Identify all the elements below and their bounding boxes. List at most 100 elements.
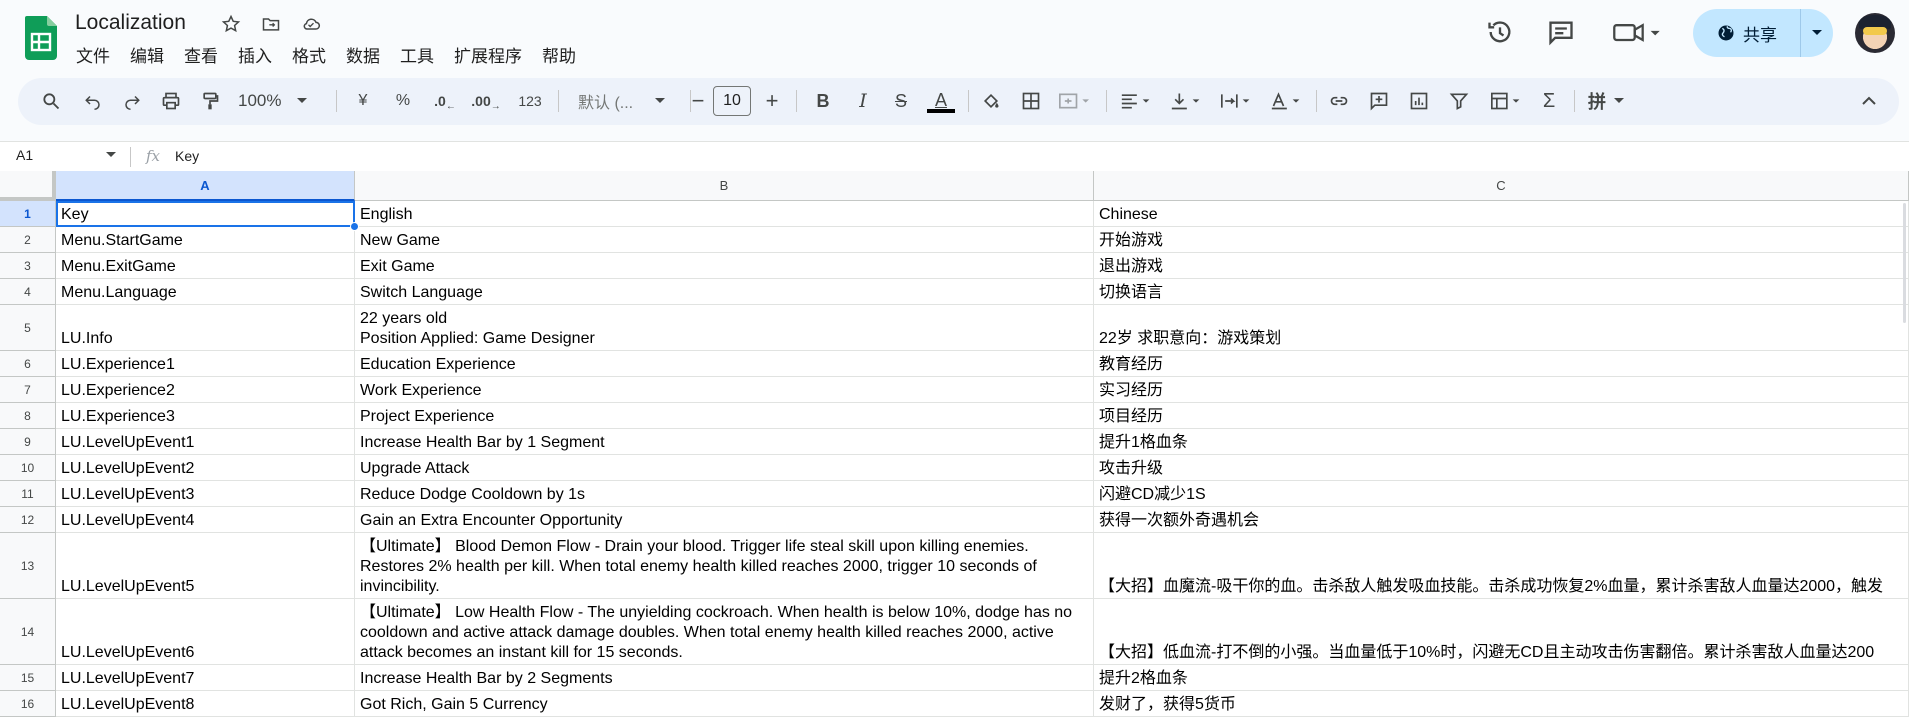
insert-chart-icon[interactable]	[1404, 86, 1434, 116]
menu-edit[interactable]: 编辑	[130, 42, 175, 67]
menu-view[interactable]: 查看	[184, 42, 229, 67]
cell-b[interactable]: Project Experience	[355, 403, 1094, 429]
filter-icon[interactable]	[1444, 86, 1474, 116]
insert-link-icon[interactable]	[1324, 86, 1354, 116]
sheets-logo-icon[interactable]	[25, 16, 57, 60]
zoom-select[interactable]: 100%	[238, 86, 318, 116]
cell-b[interactable]: Got Rich, Gain 5 Currency	[355, 691, 1094, 717]
merge-cells-icon[interactable]	[1054, 86, 1094, 116]
menu-tools[interactable]: 工具	[400, 42, 445, 67]
row-header[interactable]: 13	[0, 533, 56, 599]
row-header[interactable]: 2	[0, 227, 56, 253]
row-header[interactable]: 10	[0, 455, 56, 481]
redo-icon[interactable]	[117, 86, 147, 116]
paint-format-icon[interactable]	[195, 86, 225, 116]
fill-handle[interactable]	[350, 222, 359, 231]
cell-c[interactable]: 发财了，获得5货币	[1094, 691, 1909, 717]
spreadsheet-grid[interactable]: A B C 1 Key English Chinese 2 Menu.StartGame N…	[0, 171, 1909, 720]
bold-button[interactable]: B	[808, 86, 838, 116]
undo-icon[interactable]	[78, 86, 108, 116]
name-box-dropdown-icon[interactable]	[106, 152, 116, 158]
row-header[interactable]: 8	[0, 403, 56, 429]
menu-help[interactable]: 帮助	[542, 42, 587, 67]
print-icon[interactable]	[156, 86, 186, 116]
cell-b[interactable]: Increase Health Bar by 2 Segments	[355, 665, 1094, 691]
cell-c[interactable]: 提升2格血条	[1094, 665, 1909, 691]
text-color-button[interactable]: A	[926, 86, 956, 116]
vertical-align-icon[interactable]	[1164, 86, 1208, 116]
filter-views-icon[interactable]	[1484, 86, 1528, 116]
cell-b[interactable]: Switch Language	[355, 279, 1094, 305]
cell-b[interactable]: Upgrade Attack	[355, 455, 1094, 481]
cell-b[interactable]: English	[355, 201, 1094, 227]
row-header[interactable]: 9	[0, 429, 56, 455]
name-box[interactable]: A1	[16, 147, 33, 163]
row-header[interactable]: 5	[0, 305, 56, 351]
cell-b[interactable]: Reduce Dodge Cooldown by 1s	[355, 481, 1094, 507]
strikethrough-button[interactable]: S	[886, 86, 916, 116]
column-header-b[interactable]: B	[355, 171, 1094, 201]
collapse-toolbar-icon[interactable]	[1854, 86, 1884, 116]
row-header[interactable]: 16	[0, 691, 56, 717]
cell-c[interactable]: 【大招】低血流-打不倒的小强。当血量低于10%时，闪避无CD且主动攻击伤害翻倍。…	[1094, 599, 1909, 665]
insert-comment-icon[interactable]	[1364, 86, 1394, 116]
column-header-a[interactable]: A	[56, 171, 355, 201]
menu-extensions[interactable]: 扩展程序	[454, 42, 533, 67]
cell-a[interactable]: Menu.ExitGame	[56, 253, 355, 279]
menu-data[interactable]: 数据	[346, 42, 391, 67]
vertical-scrollbar[interactable]	[1903, 203, 1906, 323]
star-icon[interactable]	[218, 12, 244, 36]
row-header[interactable]: 15	[0, 665, 56, 691]
cloud-status-icon[interactable]	[298, 12, 324, 36]
cell-a[interactable]: LU.Experience1	[56, 351, 355, 377]
cell-a[interactable]: Menu.Language	[56, 279, 355, 305]
version-history-icon[interactable]	[1482, 17, 1518, 47]
share-button[interactable]: 共享	[1693, 9, 1833, 57]
menu-format[interactable]: 格式	[292, 42, 337, 67]
cell-b[interactable]: Work Experience	[355, 377, 1094, 403]
cell-a[interactable]: Menu.StartGame	[56, 227, 355, 253]
cell-b[interactable]: New Game	[355, 227, 1094, 253]
cell-c[interactable]: 22岁 求职意向：游戏策划	[1094, 305, 1909, 351]
row-header[interactable]: 1	[0, 201, 56, 227]
cell-c[interactable]: 切换语言	[1094, 279, 1909, 305]
cell-a[interactable]: LU.LevelUpEvent6	[56, 599, 355, 665]
share-dropdown-icon[interactable]	[1801, 9, 1833, 57]
cell-c[interactable]: 教育经历	[1094, 351, 1909, 377]
row-header[interactable]: 3	[0, 253, 56, 279]
row-header[interactable]: 6	[0, 351, 56, 377]
cell-b[interactable]: 【Ultimate】 Low Health Flow - The unyield…	[355, 599, 1094, 665]
borders-icon[interactable]	[1016, 86, 1046, 116]
comments-icon[interactable]	[1543, 17, 1579, 47]
currency-format-button[interactable]: ¥	[348, 86, 378, 116]
input-tools-button[interactable]: 拼	[1584, 86, 1628, 116]
cell-c[interactable]: 开始游戏	[1094, 227, 1909, 253]
decrease-decimal-button[interactable]: .0 ←	[428, 86, 462, 116]
cell-c[interactable]: 实习经历	[1094, 377, 1909, 403]
select-all-corner[interactable]	[0, 171, 56, 201]
cell-c[interactable]: 攻击升级	[1094, 455, 1909, 481]
cell-a[interactable]: LU.LevelUpEvent7	[56, 665, 355, 691]
italic-button[interactable]: I	[848, 86, 878, 116]
meet-video-icon[interactable]	[1612, 17, 1662, 47]
horizontal-align-icon[interactable]	[1114, 86, 1158, 116]
cell-a[interactable]: LU.LevelUpEvent1	[56, 429, 355, 455]
cell-c[interactable]: 退出游戏	[1094, 253, 1909, 279]
row-header[interactable]: 14	[0, 599, 56, 665]
cell-a[interactable]: LU.LevelUpEvent8	[56, 691, 355, 717]
cell-b[interactable]: Gain an Extra Encounter Opportunity	[355, 507, 1094, 533]
row-header[interactable]: 11	[0, 481, 56, 507]
cell-a[interactable]: LU.Experience2	[56, 377, 355, 403]
document-title[interactable]: Localization	[75, 11, 186, 35]
cell-c[interactable]: 【大招】血魔流-吸干你的血。击杀敌人触发吸血技能。击杀成功恢复2%血量，累计杀害…	[1094, 533, 1909, 599]
functions-button[interactable]: Σ	[1534, 86, 1564, 116]
cell-b[interactable]: Increase Health Bar by 1 Segment	[355, 429, 1094, 455]
menu-file[interactable]: 文件	[76, 42, 121, 67]
font-family-select[interactable]: 默认 (...	[578, 86, 678, 116]
cell-b[interactable]: 【Ultimate】 Blood Demon Flow - Drain your…	[355, 533, 1094, 599]
cell-a[interactable]: LU.LevelUpEvent4	[56, 507, 355, 533]
percent-format-button[interactable]: %	[388, 86, 418, 116]
cell-a[interactable]: LU.LevelUpEvent2	[56, 455, 355, 481]
more-formats-button[interactable]: 123	[512, 86, 548, 116]
cell-c[interactable]: 项目经历	[1094, 403, 1909, 429]
